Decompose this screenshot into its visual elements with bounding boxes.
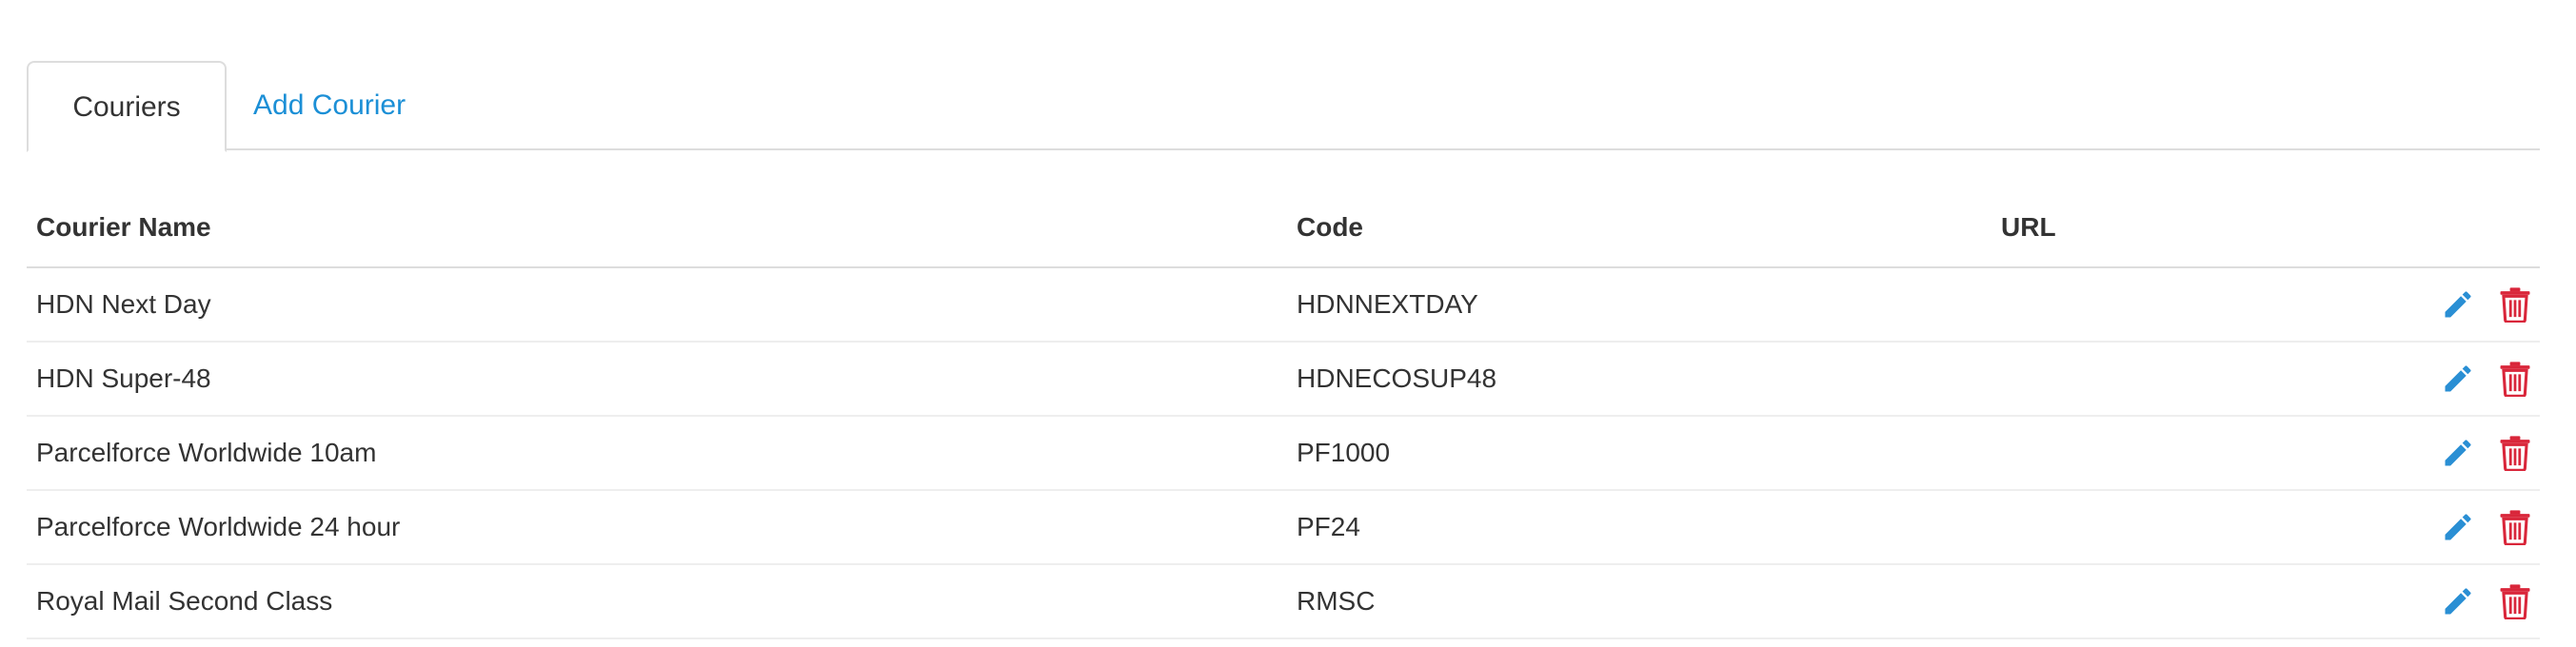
courier-code-cell: PF24 xyxy=(1297,512,1360,541)
row-actions xyxy=(2439,565,2534,637)
courier-name-cell: Royal Mail Second Class xyxy=(36,586,333,616)
trash-icon xyxy=(2500,287,2530,323)
courier-code-cell: HDNNEXTDAY xyxy=(1297,289,1478,319)
row-actions xyxy=(2439,491,2534,563)
trash-icon xyxy=(2500,362,2530,397)
edit-button[interactable] xyxy=(2439,285,2477,324)
courier-name-cell: HDN Super-48 xyxy=(36,363,211,393)
tab-couriers[interactable]: Couriers xyxy=(27,61,227,152)
table-row: Parcelforce Worldwide 24 hour PF24 xyxy=(27,491,2540,565)
edit-button[interactable] xyxy=(2439,508,2477,546)
courier-code-cell: RMSC xyxy=(1297,586,1376,616)
pencil-icon xyxy=(2445,588,2471,615)
table-row: Royal Mail Second Class RMSC xyxy=(27,565,2540,639)
header-courier-name: Courier Name xyxy=(36,212,211,242)
pencil-icon xyxy=(2445,440,2471,466)
trash-icon xyxy=(2500,436,2530,471)
table-row: HDN Next Day HDNNEXTDAY xyxy=(27,268,2540,343)
table-row: HDN Super-48 HDNECOSUP48 xyxy=(27,343,2540,417)
pencil-icon xyxy=(2445,514,2471,540)
table-header: Courier Name Code URL xyxy=(27,190,2540,268)
tab-bar: Couriers Add Courier xyxy=(27,61,2540,152)
tab-add-courier[interactable]: Add Courier xyxy=(228,61,430,150)
header-code: Code xyxy=(1297,212,1363,242)
edit-button[interactable] xyxy=(2439,582,2477,620)
delete-button[interactable] xyxy=(2496,434,2534,472)
pencil-icon xyxy=(2445,365,2471,392)
delete-button[interactable] xyxy=(2496,582,2534,620)
header-url: URL xyxy=(2001,212,2056,242)
row-actions xyxy=(2439,343,2534,415)
table-body: HDN Next Day HDNNEXTDAY HDN Super-48 HDN… xyxy=(27,268,2540,639)
couriers-page: Couriers Add Courier Courier Name Code U… xyxy=(0,0,2576,647)
couriers-table: Courier Name Code URL HDN Next Day HDNNE… xyxy=(27,190,2540,639)
edit-button[interactable] xyxy=(2439,434,2477,472)
table-row: Parcelforce Worldwide 10am PF1000 xyxy=(27,417,2540,491)
row-actions xyxy=(2439,268,2534,341)
delete-button[interactable] xyxy=(2496,360,2534,398)
delete-button[interactable] xyxy=(2496,285,2534,324)
courier-name-cell: Parcelforce Worldwide 24 hour xyxy=(36,512,401,541)
row-actions xyxy=(2439,417,2534,489)
edit-button[interactable] xyxy=(2439,360,2477,398)
courier-code-cell: HDNECOSUP48 xyxy=(1297,363,1497,393)
courier-name-cell: HDN Next Day xyxy=(36,289,211,319)
pencil-icon xyxy=(2445,291,2471,318)
courier-name-cell: Parcelforce Worldwide 10am xyxy=(36,438,377,467)
courier-code-cell: PF1000 xyxy=(1297,438,1391,467)
trash-icon xyxy=(2500,584,2530,619)
trash-icon xyxy=(2500,510,2530,545)
delete-button[interactable] xyxy=(2496,508,2534,546)
